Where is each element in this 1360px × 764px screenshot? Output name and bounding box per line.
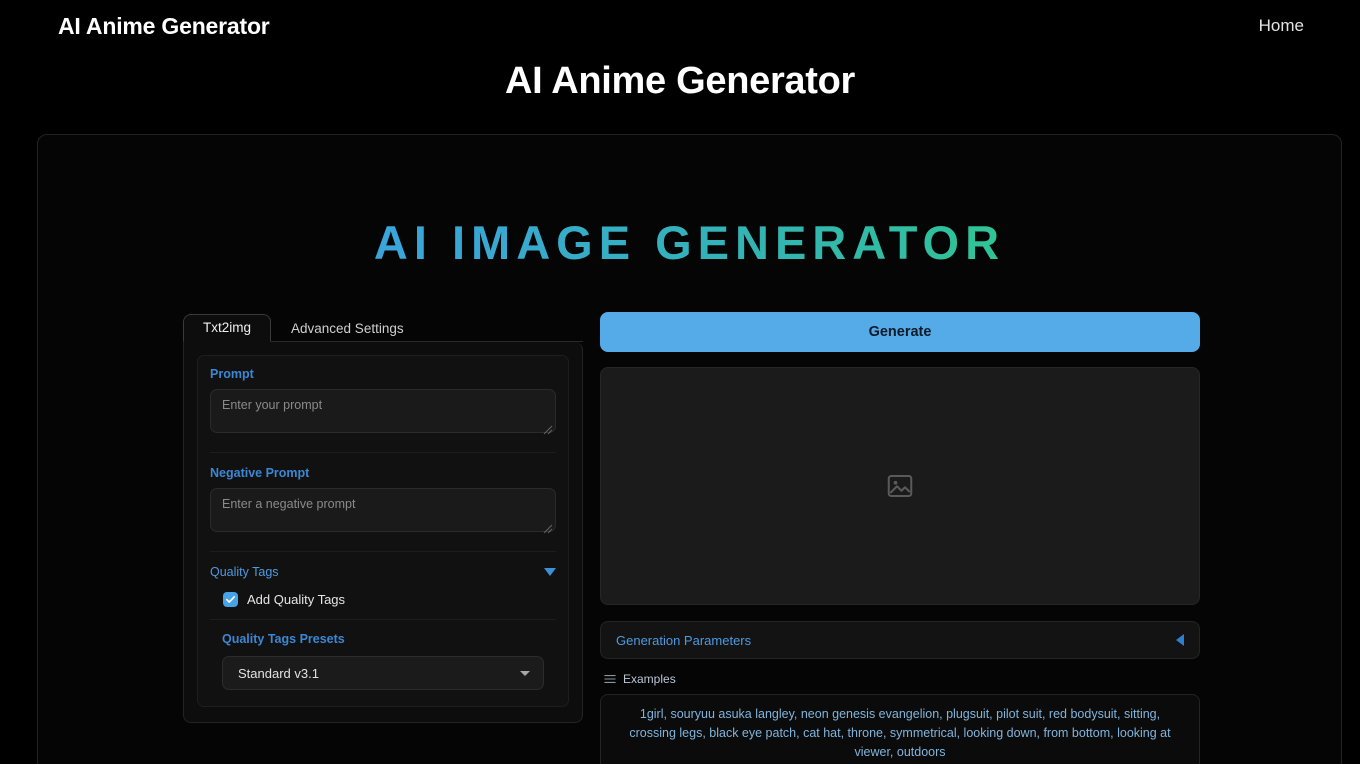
page-title: AI Anime Generator — [504, 60, 856, 102]
examples-label: Examples — [623, 672, 676, 686]
quality-tags-accordion-header[interactable]: Quality Tags — [210, 552, 556, 579]
output-column: Generate Generation Parameters Examples … — [600, 312, 1200, 764]
txt2img-panel: Prompt Negative Prompt — [183, 342, 583, 723]
nav-links: Home — [1259, 16, 1304, 36]
quality-tags-preset-select[interactable]: Standard v3.1 — [222, 656, 544, 690]
prompt-input[interactable] — [210, 389, 556, 433]
nav-link-home[interactable]: Home — [1259, 16, 1304, 36]
prompt-block: Prompt — [210, 367, 556, 453]
generation-parameters-title: Generation Parameters — [616, 632, 752, 648]
add-quality-tags-label: Add Quality Tags — [247, 592, 346, 607]
generation-parameters-bar[interactable]: Generation Parameters — [600, 621, 1200, 659]
result-image-panel[interactable] — [600, 367, 1200, 605]
check-icon — [225, 596, 236, 603]
quality-tags-title: Quality Tags — [210, 565, 279, 579]
settings-column: Txt2img Advanced Settings Prompt Enter y… — [183, 312, 583, 723]
negative-prompt-input-wrap — [210, 488, 556, 537]
quality-tags-preset-value: Standard v3.1 — [238, 665, 319, 681]
negative-prompt-input[interactable] — [210, 488, 556, 532]
prompt-field-group: Prompt Negative Prompt — [197, 355, 569, 707]
add-quality-tags-checkbox[interactable] — [223, 592, 238, 607]
prompt-label: Prompt — [210, 367, 254, 381]
content-columns: Txt2img Advanced Settings Prompt Enter y… — [38, 312, 1341, 764]
caret-left-icon[interactable] — [1176, 634, 1184, 646]
hero-title: AI IMAGE GENERATOR — [38, 215, 1341, 270]
tab-advanced-settings[interactable]: Advanced Settings — [271, 315, 424, 343]
prompt-input-wrap — [210, 389, 556, 438]
generate-button[interactable]: Generate — [600, 312, 1200, 352]
navbar: AI Anime Generator Home — [0, 0, 1360, 52]
examples-header: Examples — [600, 672, 1200, 686]
generator-card: AI IMAGE GENERATOR Txt2img Advanced Sett… — [37, 134, 1342, 764]
chevron-down-icon[interactable] — [520, 670, 530, 676]
tab-txt2img[interactable]: Txt2img — [183, 313, 272, 342]
caret-down-icon[interactable] — [544, 568, 556, 576]
negative-prompt-block: Negative Prompt — [210, 453, 556, 552]
add-quality-tags-row[interactable]: Add Quality Tags — [210, 579, 556, 620]
brand-title: AI Anime Generator — [58, 12, 270, 39]
tab-bar: Txt2img Advanced Settings — [183, 312, 583, 342]
image-placeholder-icon — [887, 475, 913, 497]
list-icon — [604, 675, 616, 683]
example-item[interactable]: 1girl, souryuu asuka langley, neon genes… — [600, 694, 1200, 764]
negative-prompt-label: Negative Prompt — [210, 466, 310, 480]
quality-tags-presets-block: Quality Tags Presets Standard v3.1 — [210, 620, 556, 694]
quality-tags-presets-label: Quality Tags Presets — [222, 632, 345, 646]
